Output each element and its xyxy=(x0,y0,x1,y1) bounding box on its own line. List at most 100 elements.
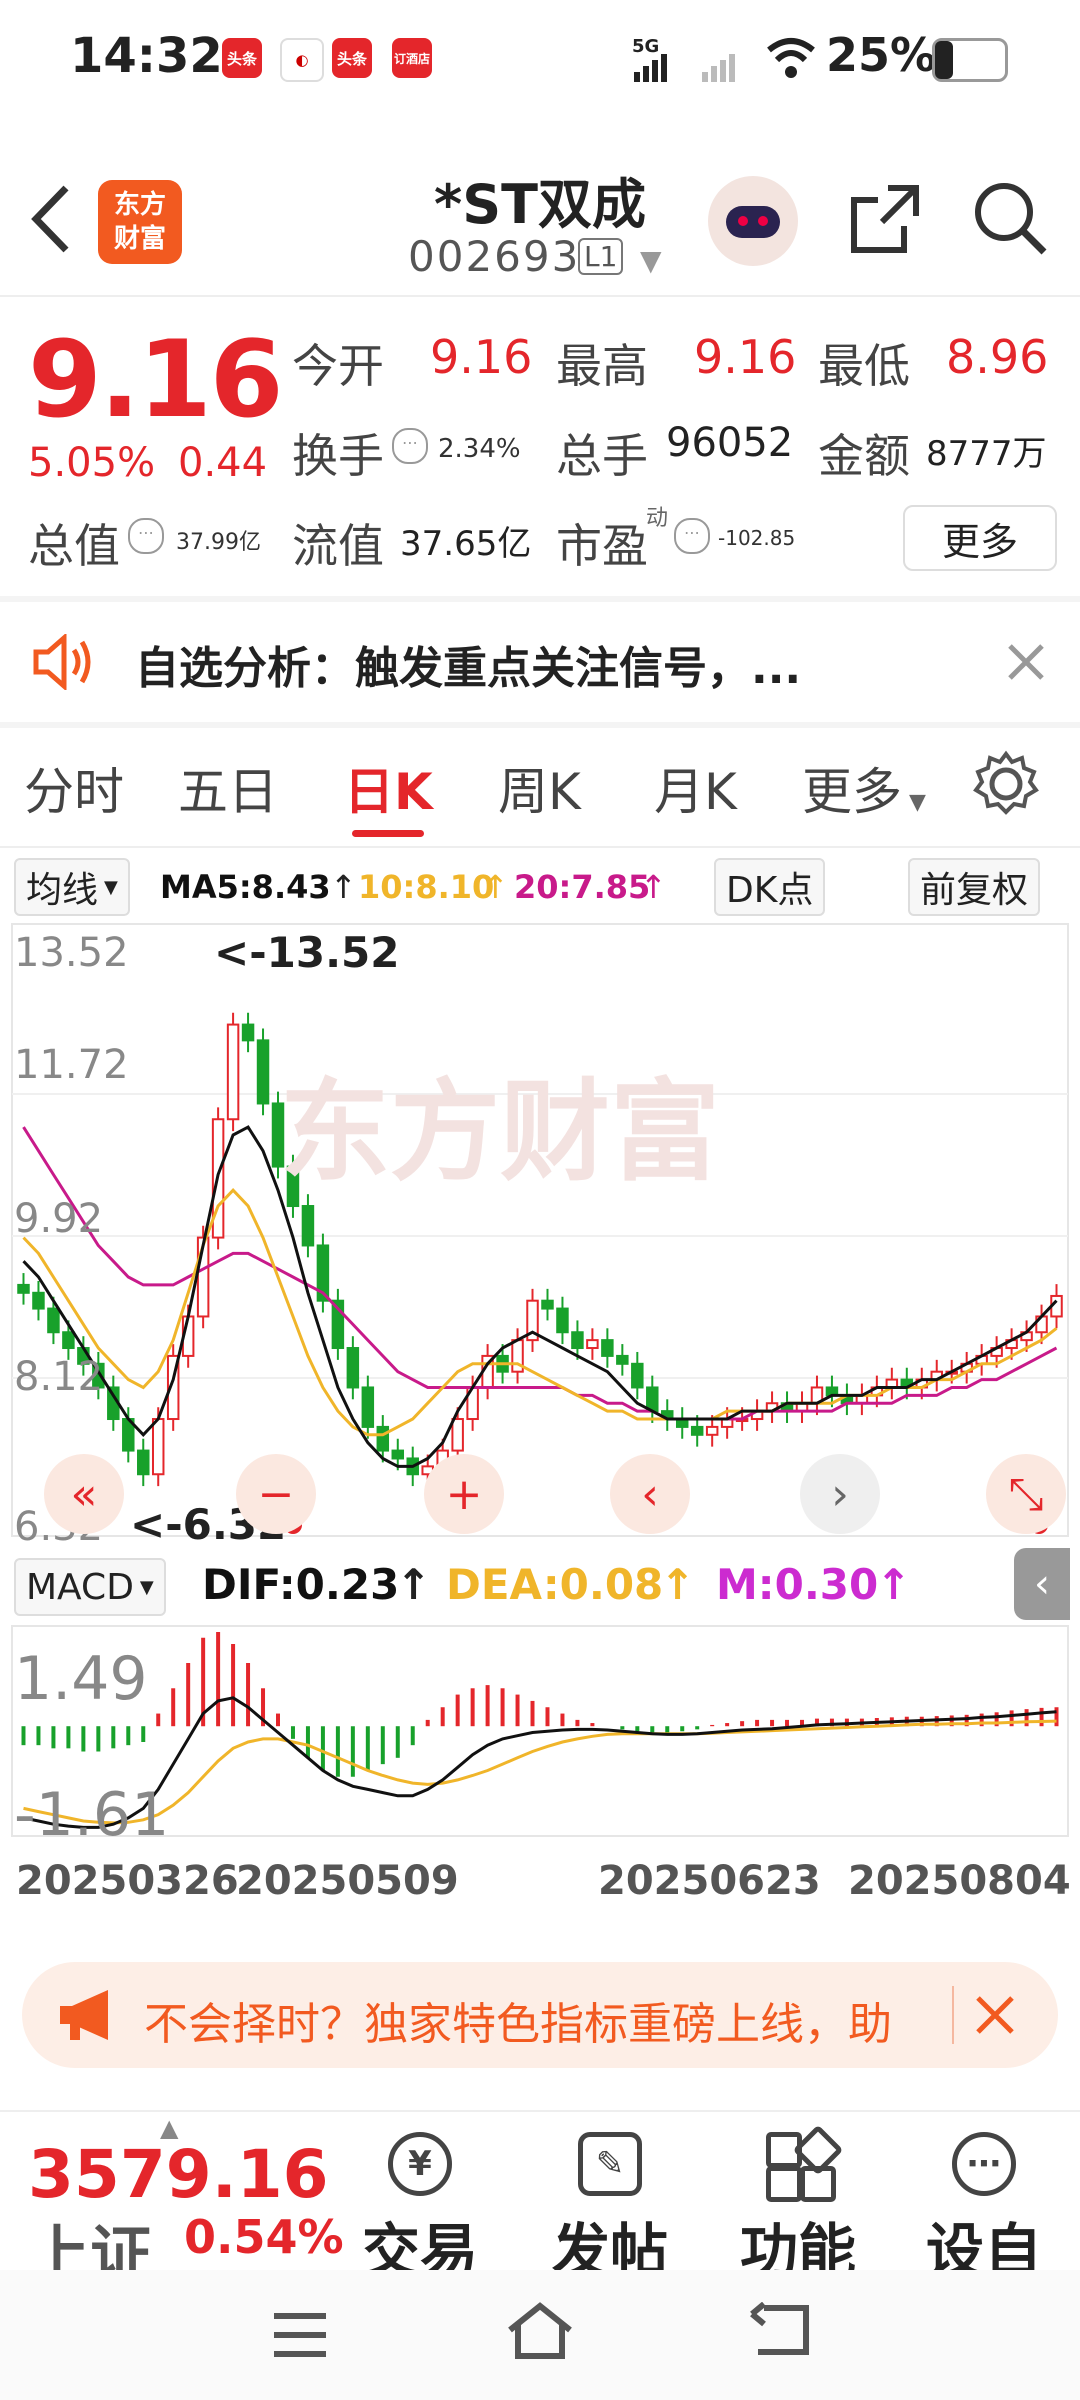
yen-cycle-icon: ¥ xyxy=(388,2132,452,2196)
collapse-panel-icon[interactable]: ‹ xyxy=(1014,1548,1070,1620)
tab-monthly-k[interactable]: 月K xyxy=(654,752,737,824)
adjust-button[interactable]: 前复权 xyxy=(908,858,1041,916)
settings-icon[interactable] xyxy=(972,750,1040,818)
x-tick-date: 20250804 xyxy=(848,1858,1071,1904)
tab-five-day[interactable]: 五日 xyxy=(178,752,278,824)
candle xyxy=(241,1023,255,1042)
m-up-arrow: ↑ xyxy=(876,1560,912,1609)
candle xyxy=(391,1449,405,1460)
bottom-toolbar: ▲ 3579.16 上证 0.54% ¥ 交易 ✎ 发帖 功能 ⋯ 设自 xyxy=(0,2110,1080,2291)
zoom-in-icon[interactable]: + xyxy=(424,1454,504,1534)
candle xyxy=(451,1418,464,1452)
menu-icon[interactable] xyxy=(270,2310,330,2360)
candle xyxy=(571,1331,584,1350)
ma-select[interactable]: 均线 ▼ xyxy=(14,858,130,916)
home-icon[interactable] xyxy=(504,2300,576,2362)
tab-more[interactable]: 更多 ▼ xyxy=(802,752,926,824)
ma10-label: 10:8.10 xyxy=(358,868,495,906)
y-tick: 9.92 xyxy=(14,1196,104,1242)
more-button[interactable]: 更多 xyxy=(903,505,1057,571)
candle xyxy=(556,1307,569,1334)
rewind-icon[interactable]: « xyxy=(44,1454,124,1534)
edit-icon: ✎ xyxy=(578,2132,642,2196)
candle xyxy=(137,1449,150,1476)
fullscreen-icon[interactable]: ⤡ xyxy=(986,1454,1066,1534)
signal-icon xyxy=(634,54,735,82)
promo-text: 不会择时？独家特色指标重磅上线，助 xyxy=(144,1999,892,2050)
next-icon[interactable]: › xyxy=(800,1454,880,1534)
battery-icon xyxy=(932,38,1008,82)
open-value: 9.16 xyxy=(430,330,533,384)
active-tab-indicator xyxy=(352,830,424,837)
high-value: 9.16 xyxy=(694,330,797,384)
macd-y-min: -1.61 xyxy=(14,1780,170,1850)
more-info-icon[interactable]: ⋯ xyxy=(392,428,428,464)
last-price: 9.16 xyxy=(28,318,284,441)
share-icon[interactable] xyxy=(848,180,924,256)
candle xyxy=(346,1347,360,1389)
close-icon[interactable] xyxy=(972,1992,1018,2038)
y-tick: 8.12 xyxy=(14,1354,104,1400)
change-amount: 0.44 xyxy=(178,440,268,486)
candle xyxy=(705,1425,719,1436)
back-nav-icon[interactable] xyxy=(748,2302,812,2360)
low-value: 8.96 xyxy=(946,330,1049,384)
pe-label: 市盈 xyxy=(556,519,648,573)
dif-line xyxy=(23,1696,1057,1829)
prev-icon[interactable]: ‹ xyxy=(610,1454,690,1534)
candle xyxy=(17,1283,30,1294)
more-info-icon[interactable]: ⋯ xyxy=(674,518,710,554)
kline-chart[interactable]: 东方财富 xyxy=(0,920,1080,1540)
watermark: 东方财富 xyxy=(280,1068,720,1196)
market-cap-value: 37.99亿 xyxy=(176,530,261,555)
volume-value: 96052 xyxy=(666,420,794,466)
grid-icon xyxy=(766,2124,844,2202)
trade-button[interactable]: ¥ 交易 xyxy=(350,2122,490,2288)
tab-intraday[interactable]: 分时 xyxy=(24,752,124,824)
app-icon-toutiao-2: 头条 xyxy=(332,38,372,78)
dea-line xyxy=(23,1719,1057,1825)
app-icon-toutiao: 头条 xyxy=(222,38,262,78)
candle xyxy=(586,1339,599,1350)
pe-value: -102.85 xyxy=(718,526,796,550)
candle xyxy=(256,1039,270,1105)
candle xyxy=(631,1362,644,1389)
tab-weekly-k[interactable]: 周K xyxy=(498,752,581,824)
dk-point-button[interactable]: DK点 xyxy=(714,858,826,916)
features-button[interactable]: 功能 xyxy=(728,2122,868,2288)
candle xyxy=(616,1354,629,1365)
divider xyxy=(0,846,1080,848)
close-icon[interactable] xyxy=(1004,640,1048,684)
search-icon[interactable] xyxy=(970,178,1050,258)
index-change[interactable]: 0.54% xyxy=(184,2210,344,2264)
amount-value: 8777万 xyxy=(926,434,1047,474)
zoom-out-icon[interactable]: − xyxy=(236,1454,316,1534)
divider xyxy=(0,722,1080,728)
robot-assistant-icon[interactable] xyxy=(708,176,798,266)
caret-down-icon[interactable]: ▼ xyxy=(640,244,662,277)
candle xyxy=(301,1205,315,1247)
more-info-icon[interactable]: ⋯ xyxy=(128,518,164,554)
ma5-up-arrow: ↑ xyxy=(330,868,357,906)
x-tick-date: 20250326 xyxy=(16,1858,239,1904)
low-label: 最低 xyxy=(818,339,910,393)
candle xyxy=(226,1023,240,1121)
tab-daily-k[interactable]: 日K xyxy=(344,752,433,824)
post-button[interactable]: ✎ 发帖 xyxy=(540,2122,680,2288)
system-nav-bar xyxy=(0,2270,1080,2400)
turnover-label: 换手 xyxy=(292,429,384,483)
promo-banner[interactable]: 不会择时？独家特色指标重磅上线，助 xyxy=(22,1962,1058,2068)
speaker-icon xyxy=(33,634,91,690)
high-label: 最高 xyxy=(556,339,648,393)
indicator-select[interactable]: MACD ▼ xyxy=(14,1558,166,1616)
y-tick: 11.72 xyxy=(14,1042,129,1088)
customize-button[interactable]: ⋯ 设自 xyxy=(914,2122,1054,2288)
float-cap-label: 流值 xyxy=(292,519,384,573)
level-badge[interactable]: L1 xyxy=(578,238,624,275)
index-value[interactable]: 3579.16 xyxy=(28,2136,329,2213)
notice-text[interactable]: 自选分析：触发重点关注信号，... xyxy=(135,632,801,696)
dif-up-arrow: ↑ xyxy=(396,1560,432,1609)
candle xyxy=(690,1425,704,1436)
float-cap-value: 37.65亿 xyxy=(400,524,532,564)
macd-y-max: 1.49 xyxy=(14,1644,148,1714)
